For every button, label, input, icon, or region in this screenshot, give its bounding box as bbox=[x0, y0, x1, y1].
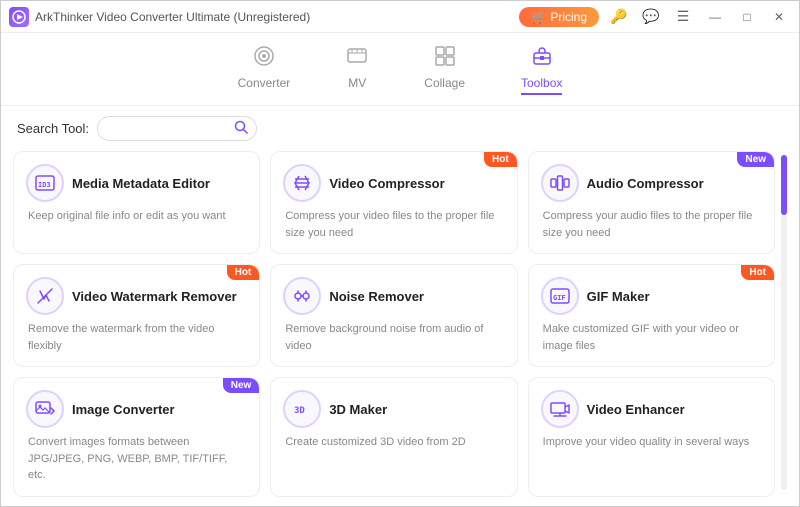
toolbox-icon bbox=[531, 45, 553, 73]
tool-desc-video-compressor: Compress your video files to the proper … bbox=[283, 208, 504, 241]
nav-item-toolbox[interactable]: Toolbox bbox=[513, 41, 570, 99]
tool-name-3d-maker: 3D Maker bbox=[329, 402, 387, 417]
cart-icon: 🛒 bbox=[531, 10, 546, 24]
tools-grid: ID3 Media Metadata Editor Keep original … bbox=[13, 151, 781, 494]
tool-header-gif-maker: GIF GIF Maker bbox=[541, 277, 762, 315]
search-icon bbox=[234, 120, 248, 137]
tool-name-video-enhancer: Video Enhancer bbox=[587, 402, 685, 417]
tool-card-gif-maker[interactable]: Hot GIF GIF Maker Make customized GIF wi… bbox=[528, 264, 775, 367]
pricing-button[interactable]: 🛒 Pricing bbox=[519, 7, 599, 27]
tool-icon-video-watermark-remover bbox=[26, 277, 64, 315]
tool-desc-image-converter: Convert images formats between JPG/JPEG,… bbox=[26, 434, 247, 484]
tool-icon-audio-compressor bbox=[541, 164, 579, 202]
collage-label: Collage bbox=[424, 76, 465, 90]
tool-card-video-watermark-remover[interactable]: Hot Video Watermark Remover Remove the w… bbox=[13, 264, 260, 367]
search-input[interactable] bbox=[108, 122, 228, 136]
tool-header-audio-compressor: Audio Compressor bbox=[541, 164, 762, 202]
tool-name-media-metadata-editor: Media Metadata Editor bbox=[72, 176, 210, 191]
svg-text:3D: 3D bbox=[294, 406, 305, 416]
tool-badge-video-watermark-remover: Hot bbox=[227, 265, 260, 280]
tool-desc-video-enhancer: Improve your video quality in several wa… bbox=[541, 434, 762, 451]
tool-header-image-converter: Image Converter bbox=[26, 390, 247, 428]
tool-icon-gif-maker: GIF bbox=[541, 277, 579, 315]
tool-desc-video-watermark-remover: Remove the watermark from the video flex… bbox=[26, 321, 247, 354]
tool-icon-3d-maker: 3D bbox=[283, 390, 321, 428]
mv-label: MV bbox=[348, 76, 366, 90]
svg-text:GIF: GIF bbox=[553, 294, 566, 302]
app-title: ArkThinker Video Converter Ultimate (Unr… bbox=[35, 10, 310, 24]
message-button[interactable]: 💬 bbox=[639, 5, 663, 29]
nav-item-collage[interactable]: Collage bbox=[416, 41, 473, 99]
search-label: Search Tool: bbox=[17, 121, 89, 136]
tool-name-video-compressor: Video Compressor bbox=[329, 176, 444, 191]
tool-card-video-enhancer[interactable]: Video Enhancer Improve your video qualit… bbox=[528, 377, 775, 497]
nav-item-converter[interactable]: Converter bbox=[230, 41, 299, 99]
tool-header-video-watermark-remover: Video Watermark Remover bbox=[26, 277, 247, 315]
toolbox-label: Toolbox bbox=[521, 76, 562, 90]
tool-badge-gif-maker: Hot bbox=[741, 265, 774, 280]
search-input-wrap[interactable] bbox=[97, 116, 257, 141]
tool-badge-audio-compressor: New bbox=[737, 152, 774, 167]
tool-icon-video-compressor bbox=[283, 164, 321, 202]
tool-card-video-compressor[interactable]: Hot Video Compressor Compress your video… bbox=[270, 151, 517, 254]
tool-desc-noise-remover: Remove background noise from audio of vi… bbox=[283, 321, 504, 354]
nav-bar: Converter MV Collage bbox=[1, 33, 799, 106]
title-right: 🛒 Pricing 🔑 💬 ☰ — □ ✕ bbox=[519, 5, 791, 29]
maximize-button[interactable]: □ bbox=[735, 5, 759, 29]
tool-header-3d-maker: 3D 3D Maker bbox=[283, 390, 504, 428]
tool-badge-video-compressor: Hot bbox=[484, 152, 517, 167]
nav-item-mv[interactable]: MV bbox=[338, 41, 376, 99]
converter-label: Converter bbox=[238, 76, 291, 90]
tool-name-gif-maker: GIF Maker bbox=[587, 289, 650, 304]
minimize-button[interactable]: — bbox=[703, 5, 727, 29]
tool-card-media-metadata-editor[interactable]: ID3 Media Metadata Editor Keep original … bbox=[13, 151, 260, 254]
tool-desc-3d-maker: Create customized 3D video from 2D bbox=[283, 434, 504, 451]
title-bar: ArkThinker Video Converter Ultimate (Unr… bbox=[1, 1, 799, 33]
tool-header-noise-remover: Noise Remover bbox=[283, 277, 504, 315]
tool-card-image-converter[interactable]: New Image Converter Convert images forma… bbox=[13, 377, 260, 497]
tool-desc-media-metadata-editor: Keep original file info or edit as you w… bbox=[26, 208, 247, 225]
converter-icon bbox=[253, 45, 275, 73]
search-bar: Search Tool: bbox=[1, 106, 799, 151]
tool-icon-image-converter bbox=[26, 390, 64, 428]
tool-card-audio-compressor[interactable]: New Audio Compressor Compress your audio… bbox=[528, 151, 775, 254]
tool-name-video-watermark-remover: Video Watermark Remover bbox=[72, 289, 237, 304]
tool-header-video-enhancer: Video Enhancer bbox=[541, 390, 762, 428]
svg-text:ID3: ID3 bbox=[38, 181, 51, 189]
key-button[interactable]: 🔑 bbox=[607, 5, 631, 29]
scrollbar-track[interactable] bbox=[781, 155, 787, 490]
tool-header-media-metadata-editor: ID3 Media Metadata Editor bbox=[26, 164, 247, 202]
content-area: ID3 Media Metadata Editor Keep original … bbox=[1, 151, 799, 506]
toolbox-underline bbox=[521, 93, 562, 95]
tool-name-audio-compressor: Audio Compressor bbox=[587, 176, 704, 191]
menu-button[interactable]: ☰ bbox=[671, 5, 695, 29]
collage-icon bbox=[434, 45, 456, 73]
tool-desc-gif-maker: Make customized GIF with your video or i… bbox=[541, 321, 762, 354]
scrollbar-thumb[interactable] bbox=[781, 155, 787, 215]
tool-icon-noise-remover bbox=[283, 277, 321, 315]
tool-icon-video-enhancer bbox=[541, 390, 579, 428]
tool-badge-image-converter: New bbox=[223, 378, 260, 393]
title-left: ArkThinker Video Converter Ultimate (Unr… bbox=[9, 7, 310, 27]
tool-name-noise-remover: Noise Remover bbox=[329, 289, 424, 304]
tool-icon-media-metadata-editor: ID3 bbox=[26, 164, 64, 202]
mv-icon bbox=[346, 45, 368, 73]
tool-desc-audio-compressor: Compress your audio files to the proper … bbox=[541, 208, 762, 241]
close-button[interactable]: ✕ bbox=[767, 5, 791, 29]
tool-name-image-converter: Image Converter bbox=[72, 402, 175, 417]
tool-card-3d-maker[interactable]: 3D 3D Maker Create customized 3D video f… bbox=[270, 377, 517, 497]
tool-header-video-compressor: Video Compressor bbox=[283, 164, 504, 202]
app-icon bbox=[9, 7, 29, 27]
tool-card-noise-remover[interactable]: Noise Remover Remove background noise fr… bbox=[270, 264, 517, 367]
